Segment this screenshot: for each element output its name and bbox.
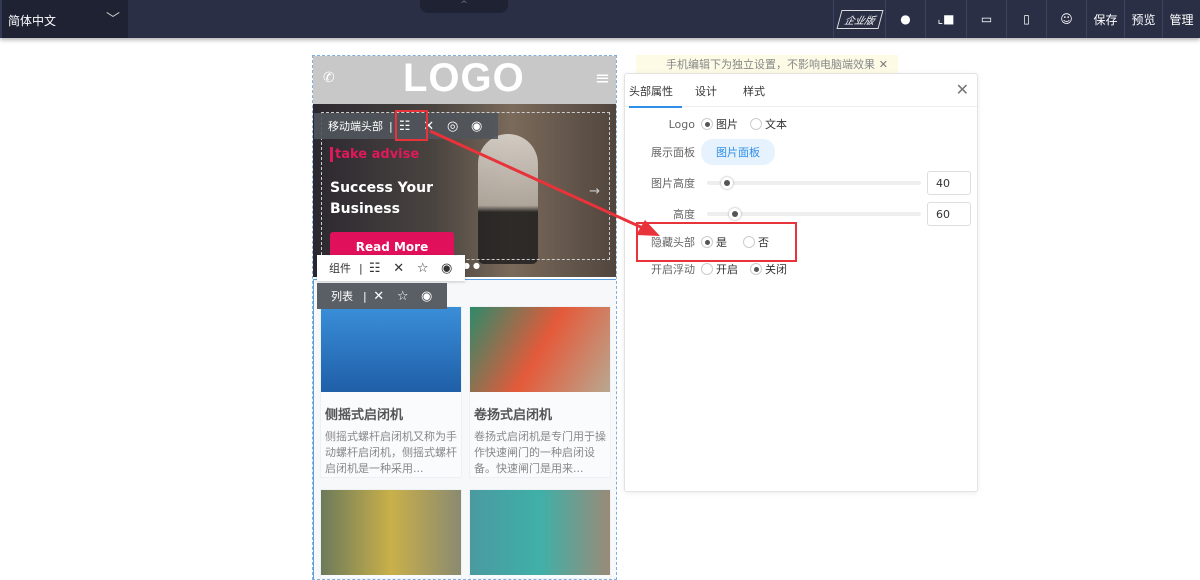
annotation-arrow: [429, 129, 660, 236]
